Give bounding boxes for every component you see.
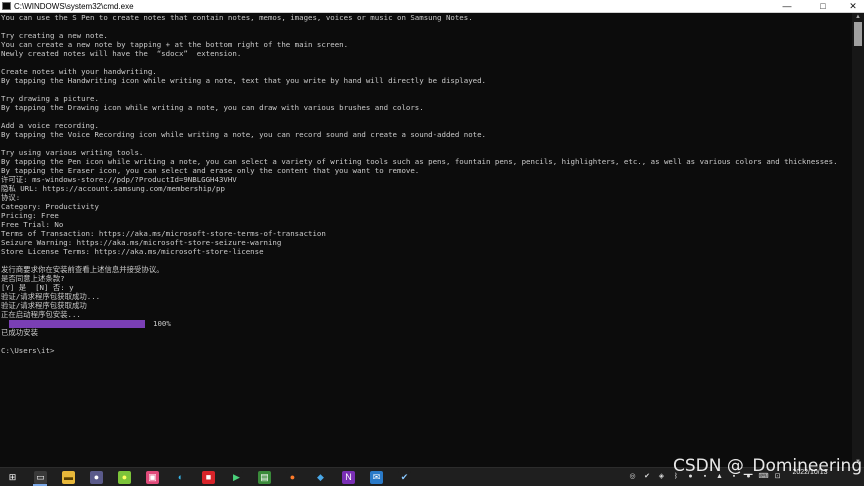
cmd-app-icon: [2, 2, 11, 10]
blue-app-icon[interactable]: ◆: [314, 471, 327, 484]
onenote-icon[interactable]: N: [342, 471, 355, 484]
mail-icon[interactable]: ✉: [370, 471, 383, 484]
red-app-icon[interactable]: ■: [202, 471, 215, 484]
window-title: C:\WINDOWS\system32\cmd.exe: [14, 2, 134, 11]
console-line: C:\Users\it>: [1, 346, 55, 355]
cmd-icon[interactable]: ▭: [34, 471, 47, 484]
console-line: [Y] 是 [N] 否: y: [1, 283, 74, 292]
maximize-button[interactable]: □: [808, 0, 838, 13]
console-line: Create notes with your handwriting.: [1, 67, 157, 76]
console-line: Try creating a new note.: [1, 31, 108, 40]
console-line: Newly created notes will have the “sdocx…: [1, 49, 242, 58]
console-line: Free Trial: No: [1, 220, 64, 229]
green-app-icon[interactable]: ●: [118, 471, 131, 484]
tray-app-icon-2[interactable]: ◈: [657, 472, 666, 481]
edge-browser-icon[interactable]: ◐: [174, 471, 187, 484]
green-doc-icon[interactable]: ▤: [258, 471, 271, 484]
play-app-icon[interactable]: ▶: [230, 471, 243, 484]
pink-app-icon[interactable]: ▣: [146, 471, 159, 484]
console-line: 发行商要求你在安装前查看上述信息并接受协议。: [1, 265, 164, 274]
console-line: 是否同意上述条款?: [1, 274, 65, 283]
scroll-up-arrow[interactable]: ▲: [852, 13, 864, 22]
console-line: 正在启动程序包安装...: [1, 310, 81, 319]
console-line: By tapping the Eraser icon, you can sele…: [1, 166, 420, 175]
console-line: Pricing: Free: [1, 211, 59, 220]
console-line: 验证/请求程序包获取成功...: [1, 292, 101, 301]
console-line: 已成功安装: [1, 328, 38, 337]
console-line: Add a voice recording.: [1, 121, 99, 130]
console-line: By tapping the Drawing icon while writin…: [1, 103, 424, 112]
csdn-watermark: CSDN @_Domineering: [673, 456, 863, 476]
console-line: Store License Terms: https://aka.ms/micr…: [1, 247, 264, 256]
console-line: Category: Productivity: [1, 202, 99, 211]
console-lines-bottom: 已成功安装 C:\Users\it>: [0, 328, 852, 355]
console-output[interactable]: You can use the S Pen to create notes th…: [0, 13, 852, 467]
console-line: You can use the S Pen to create notes th…: [1, 13, 473, 22]
console-line: You can create a new note by tapping + a…: [1, 40, 349, 49]
console-line: Try using various writing tools.: [1, 148, 144, 157]
scroll-thumb[interactable]: [854, 22, 862, 46]
console-line: Terms of Transaction: https://aka.ms/mic…: [1, 229, 326, 238]
tray-steam-icon[interactable]: ✔: [643, 472, 652, 481]
close-button[interactable]: ✕: [838, 0, 864, 13]
progress-bar-fill: [9, 320, 145, 328]
store-app-icon[interactable]: ✔: [398, 471, 411, 484]
console-line: Try drawing a picture.: [1, 94, 99, 103]
progress-bar-track: [9, 320, 145, 328]
media-app-icon[interactable]: ●: [90, 471, 103, 484]
console-lines-top: You can use the S Pen to create notes th…: [0, 13, 852, 319]
console-line: 协议:: [1, 193, 21, 202]
console-line: 许可证: ms-windows-store://pdp/?ProductId=9…: [1, 175, 237, 184]
console-line: By tapping the Voice Recording icon whil…: [1, 130, 486, 139]
console-line: 验证/请求程序包获取成功: [1, 301, 87, 310]
file-explorer-icon[interactable]: ▬: [62, 471, 75, 484]
window-titlebar[interactable]: C:\WINDOWS\system32\cmd.exe — □ ✕: [0, 0, 864, 13]
console-line: By tapping the Pen icon while writing a …: [1, 157, 838, 166]
minimize-button[interactable]: —: [772, 0, 802, 13]
start-icon[interactable]: ⊞: [6, 471, 19, 484]
console-line: Seizure Warning: https://aka.ms/microsof…: [1, 238, 282, 247]
tray-app-icon-1[interactable]: ◎: [628, 472, 637, 481]
firefox-icon[interactable]: ●: [286, 471, 299, 484]
console-line: 隐私 URL: https://account.samsung.com/memb…: [1, 184, 225, 193]
install-progress: 100%: [0, 319, 852, 328]
console-line: By tapping the Handwriting icon while wr…: [1, 76, 486, 85]
progress-percent: 100%: [153, 319, 171, 328]
vertical-scrollbar[interactable]: ▲ ▼: [852, 13, 864, 467]
